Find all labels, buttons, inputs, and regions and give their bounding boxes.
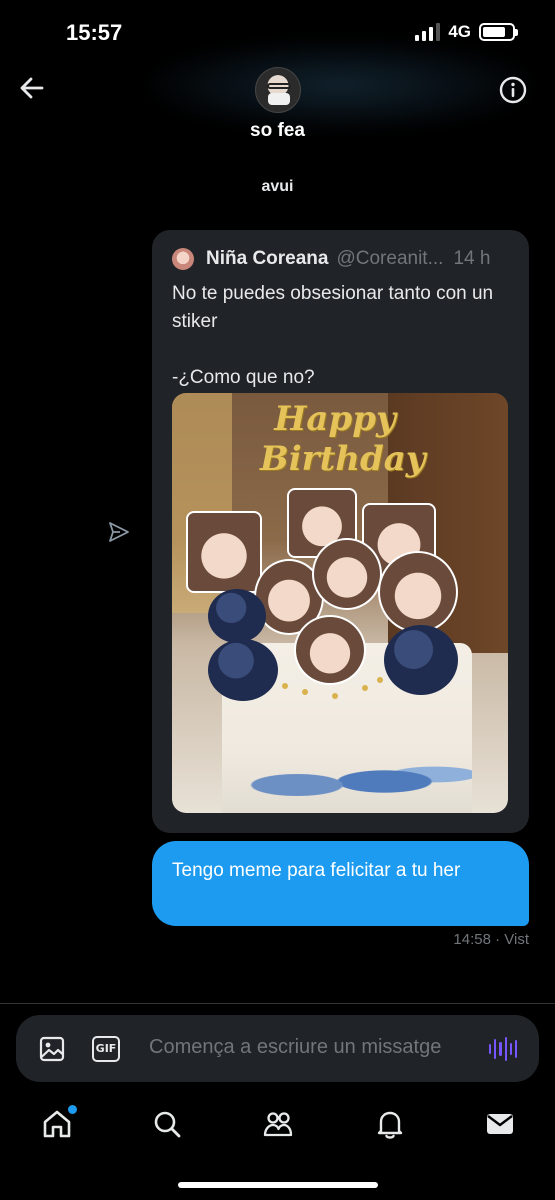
contact-name[interactable]: so fea (0, 120, 555, 142)
quoted-post[interactable]: Niña Coreana @Coreanit... 14 h No te pue… (152, 230, 529, 833)
communities-icon (263, 1112, 293, 1137)
message-composer[interactable]: GIF Comença a escriure un missatge (16, 1015, 539, 1082)
sent-message-bubble[interactable]: Tengo meme para felicitar a tu her (152, 841, 529, 926)
day-separator: avui (261, 178, 294, 195)
tab-messages[interactable] (483, 1107, 517, 1141)
info-icon (499, 76, 527, 104)
tab-notifications[interactable] (373, 1107, 407, 1141)
quoted-post-text: No te puedes obsesionar tanto con un sti… (172, 283, 494, 388)
tab-search[interactable] (150, 1107, 184, 1141)
divider (0, 1003, 555, 1004)
tab-communities[interactable] (261, 1107, 295, 1141)
message-meta: 14:58 · Vist (453, 931, 529, 948)
image-icon (39, 1036, 65, 1062)
header-blur (150, 40, 530, 130)
quoted-author-handle: @Coreanit... (336, 248, 444, 269)
quoted-post-photo[interactable]: Happy Birthday (172, 393, 508, 813)
message-input[interactable]: Comença a escriure un missatge (149, 1036, 441, 1059)
voice-message-button[interactable] (489, 1035, 518, 1063)
quoted-post-header: Niña Coreana @Coreanit... 14 h (172, 246, 512, 272)
paper-plane-icon (109, 522, 129, 542)
status-time: 15:57 (66, 20, 123, 45)
share-button[interactable] (107, 520, 131, 544)
bell-icon (377, 1111, 403, 1139)
gif-button[interactable]: GIF (92, 1036, 120, 1062)
voice-wave-icon (489, 1044, 492, 1054)
cake-topper: Happy Birthday (260, 399, 426, 479)
quoted-post-time: 14 h (453, 248, 491, 269)
arrow-left-icon (20, 77, 44, 99)
signal-icon (415, 23, 441, 41)
network-type: 4G (448, 22, 471, 41)
quoted-author-avatar (172, 248, 194, 270)
tab-home[interactable] (40, 1105, 77, 1141)
quoted-author-name: Niña Coreana (206, 248, 329, 269)
status-indicators: 4G (415, 22, 518, 42)
info-button[interactable] (499, 76, 527, 104)
notification-dot (68, 1105, 77, 1114)
add-media-button[interactable] (38, 1035, 66, 1063)
home-indicator[interactable] (178, 1182, 378, 1188)
battery-icon (479, 23, 518, 41)
search-icon (154, 1111, 181, 1138)
mail-icon (487, 1114, 513, 1134)
back-button[interactable] (16, 72, 48, 104)
conversation-header: so fea (0, 40, 555, 160)
battery-level (483, 27, 506, 37)
avatar[interactable] (255, 67, 301, 113)
